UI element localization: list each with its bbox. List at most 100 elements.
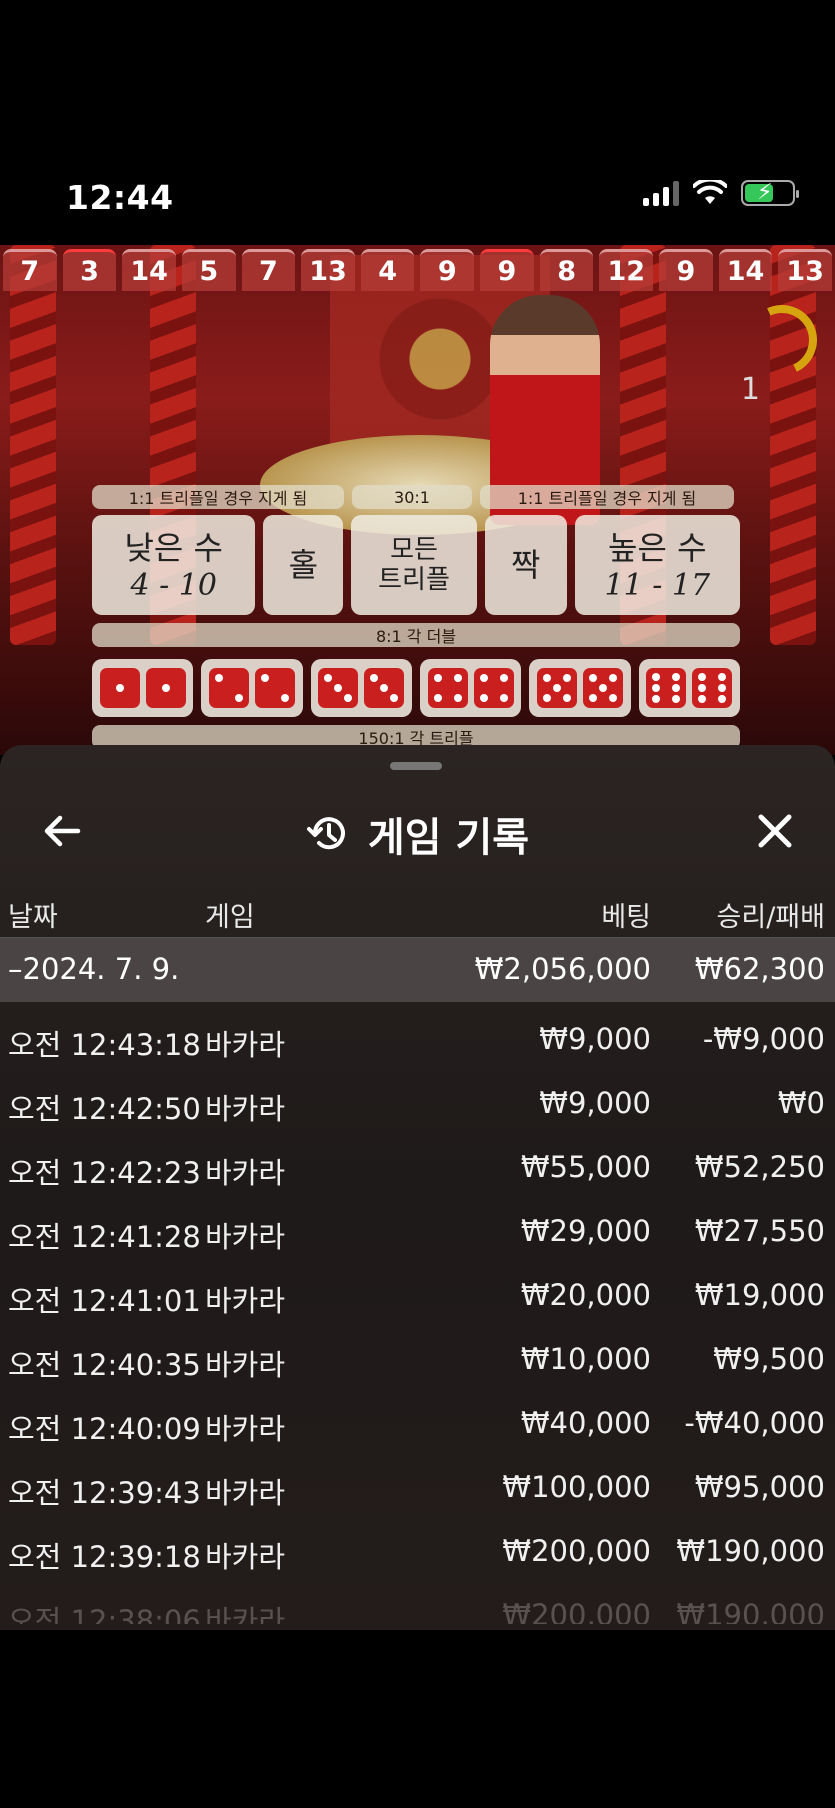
- die-face-4-icon: [473, 668, 514, 708]
- game-video-area: 7 3 14 5 7 13 4 9 9 8 12 9 14 13 1 1:1 트…: [0, 245, 835, 755]
- summary-date: –2024. 7. 9.: [8, 952, 180, 986]
- bet-any-triple-button[interactable]: 모든 트리플: [351, 515, 477, 615]
- row-bet: ₩20,000: [520, 1278, 651, 1312]
- row-bet: ₩9,000: [539, 1022, 651, 1056]
- die-face-3-icon: [364, 668, 405, 708]
- bet-odd-button[interactable]: 홀: [263, 515, 344, 615]
- row-win-loss: -₩9,000: [702, 1022, 825, 1056]
- history-result: 4: [360, 249, 415, 291]
- close-icon[interactable]: [751, 807, 799, 855]
- bet-double-6-button[interactable]: [638, 659, 740, 717]
- double-bets-row: [92, 659, 740, 717]
- history-result: 5: [181, 249, 236, 291]
- bet-low-label: 낮은 수: [124, 528, 223, 567]
- row-time: 오전 12:40:35: [8, 1348, 201, 1382]
- battery-icon: ⚡: [741, 180, 799, 206]
- countdown-timer-value: 1: [740, 372, 760, 407]
- history-result: 7: [241, 249, 296, 291]
- bet-double-2-button[interactable]: [201, 659, 303, 717]
- bet-double-4-button[interactable]: [419, 659, 522, 717]
- wifi-icon: [693, 180, 727, 204]
- bet-high-range: 11 - 17: [604, 567, 711, 603]
- cellular-signal-icon: [643, 180, 679, 206]
- die-face-3-icon: [318, 668, 359, 708]
- row-bet: ₩9,000: [539, 1086, 651, 1120]
- bet-low-range: 4 - 10: [130, 567, 217, 603]
- bet-double-1-button[interactable]: [92, 659, 194, 717]
- table-row[interactable]: 오전 12:41:01 바카라 ₩20,000 ₩19,000: [0, 1264, 835, 1328]
- sheet-header: 게임 기록: [0, 785, 835, 875]
- row-time: 오전 12:41:28: [8, 1220, 201, 1254]
- column-win-loss: 승리/패배: [716, 902, 825, 933]
- bet-double-3-button[interactable]: [310, 659, 412, 717]
- bet-any-triple-line2: 트리플: [378, 565, 450, 595]
- row-game: 바카라: [205, 1412, 286, 1446]
- table-row[interactable]: 오전 12:42:50 바카라 ₩9,000 ₩0: [0, 1072, 835, 1136]
- history-result: 14: [718, 249, 773, 291]
- payout-any-triple: 30:1: [352, 485, 472, 509]
- column-bet: 베팅: [601, 902, 651, 933]
- row-time: 오전 12:42:23: [8, 1156, 201, 1190]
- row-bet: ₩200,000: [502, 1598, 651, 1624]
- row-bet: ₩100,000: [502, 1470, 651, 1504]
- row-win-loss: ₩0: [777, 1086, 825, 1120]
- die-face-5-icon: [536, 668, 577, 708]
- table-row[interactable]: 오전 12:39:43 바카라 ₩100,000 ₩95,000: [0, 1456, 835, 1520]
- row-time: 오전 12:42:50: [8, 1092, 201, 1126]
- row-bet: ₩10,000: [520, 1342, 651, 1376]
- bottom-area: [0, 1630, 835, 1808]
- table-row[interactable]: 오전 12:40:35 바카라 ₩10,000 ₩9,500: [0, 1328, 835, 1392]
- bet-even-label: 짝: [510, 546, 541, 584]
- die-face-6-icon: [646, 668, 687, 708]
- table-row[interactable]: 오전 12:38:06 바카라 ₩200,000 ₩190,000: [0, 1584, 835, 1624]
- bet-double-5-button[interactable]: [529, 659, 631, 717]
- row-game: 바카라: [205, 1284, 286, 1318]
- row-game: 바카라: [205, 1604, 286, 1624]
- row-game: 바카라: [205, 1220, 286, 1254]
- status-time: 12:44: [66, 178, 174, 217]
- row-game: 바카라: [205, 1156, 286, 1190]
- bet-board: 1:1 트리플일 경우 지게 됨 30:1 1:1 트리플일 경우 지게 됨 낮…: [92, 485, 740, 749]
- bet-high-button[interactable]: 높은 수 11 - 17: [574, 515, 740, 615]
- history-result: 7: [3, 249, 57, 291]
- history-result: 14: [122, 249, 176, 291]
- sheet-drag-handle[interactable]: [390, 762, 442, 770]
- die-face-4-icon: [427, 668, 468, 708]
- row-time: 오전 12:39:18: [8, 1540, 201, 1574]
- bet-even-button[interactable]: 짝: [484, 515, 567, 615]
- history-result: 9: [480, 249, 534, 291]
- column-game: 게임: [205, 902, 255, 933]
- row-time: 오전 12:39:43: [8, 1476, 201, 1510]
- summary-win-loss: ₩62,300: [694, 952, 825, 986]
- history-result: 12: [599, 249, 654, 291]
- summary-bet: ₩2,056,000: [474, 952, 651, 986]
- table-row[interactable]: 오전 12:40:09 바카라 ₩40,000 -₩40,000: [0, 1392, 835, 1456]
- table-row[interactable]: 오전 12:43:18 바카라 ₩9,000 -₩9,000: [0, 1008, 835, 1072]
- row-win-loss: ₩19,000: [694, 1278, 825, 1312]
- row-win-loss: -₩40,000: [684, 1406, 825, 1440]
- history-result: 13: [301, 249, 355, 291]
- table-row[interactable]: 오전 12:39:18 바카라 ₩200,000 ₩190,000: [0, 1520, 835, 1584]
- payout-high: 1:1 트리플일 경우 지게 됨: [480, 485, 734, 509]
- bet-low-button[interactable]: 낮은 수 4 - 10: [92, 515, 256, 615]
- row-time: 오전 12:41:01: [8, 1284, 201, 1318]
- row-game: 바카라: [205, 1028, 286, 1062]
- history-result: 9: [420, 249, 475, 291]
- row-win-loss: ₩190,000: [676, 1534, 825, 1568]
- date-summary-row[interactable]: –2024. 7. 9. ₩2,056,000 ₩62,300: [0, 938, 835, 1002]
- table-row[interactable]: 오전 12:42:23 바카라 ₩55,000 ₩52,250: [0, 1136, 835, 1200]
- table-row[interactable]: 오전 12:41:28 바카라 ₩29,000 ₩27,550: [0, 1200, 835, 1264]
- history-result: 13: [778, 249, 832, 291]
- die-face-1-icon: [145, 668, 186, 708]
- status-icons: ⚡: [643, 180, 799, 206]
- history-result: 9: [659, 249, 713, 291]
- row-time: 오전 12:38:06: [8, 1604, 201, 1624]
- row-bet: ₩40,000: [520, 1406, 651, 1440]
- row-game: 바카라: [205, 1348, 286, 1382]
- game-history-sheet: 게임 기록 날짜 게임 베팅 승리/패배 –2024. 7. 9. ₩2,056…: [0, 745, 835, 1630]
- row-win-loss: ₩95,000: [694, 1470, 825, 1504]
- row-bet: ₩55,000: [520, 1150, 651, 1184]
- sheet-title: 게임 기록: [367, 815, 530, 861]
- row-game: 바카라: [205, 1540, 286, 1574]
- row-game: 바카라: [205, 1476, 286, 1510]
